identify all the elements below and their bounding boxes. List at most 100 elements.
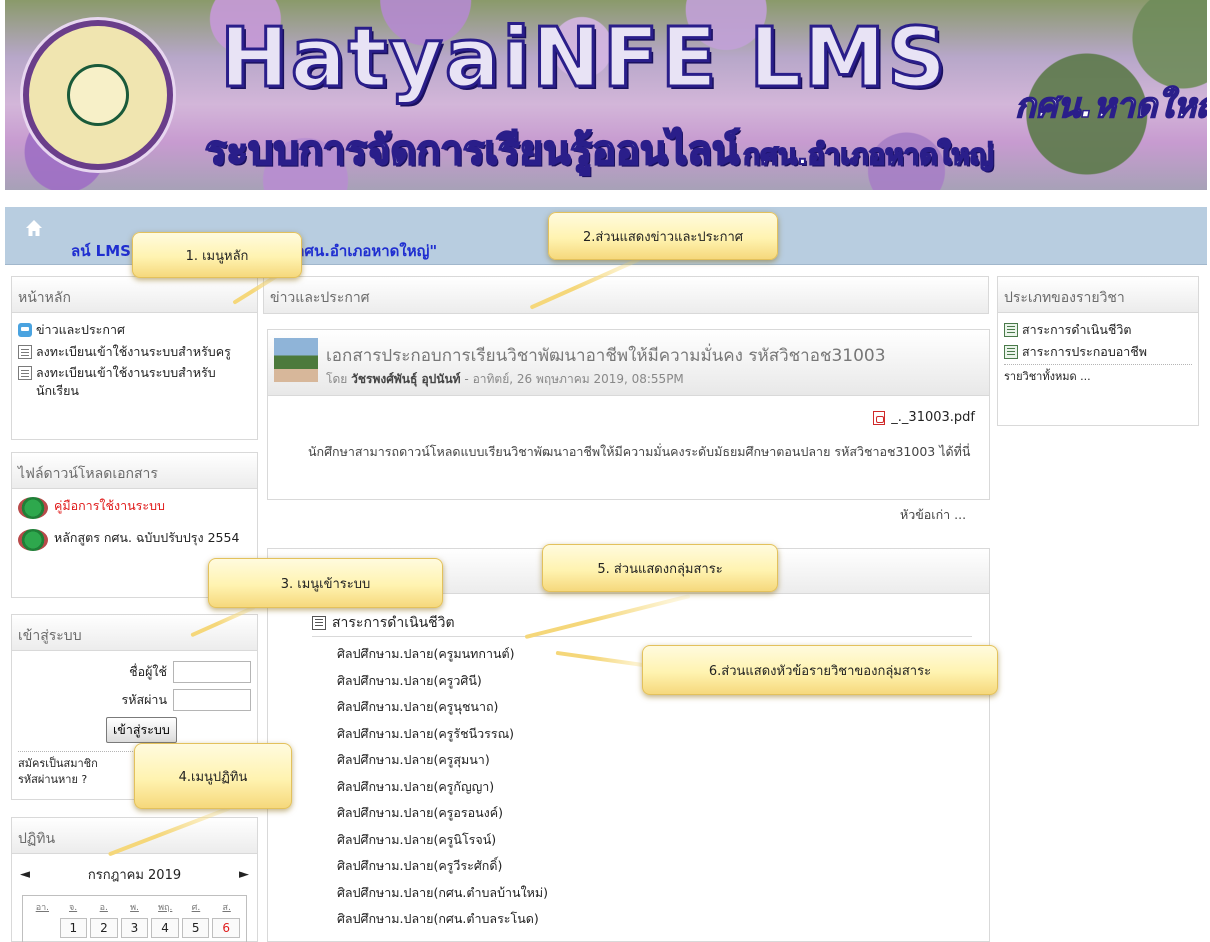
menu-item-label: ลงทะเบียนเข้าใช้งานระบบสำหรับครู <box>36 343 231 359</box>
menu-item-news[interactable]: ข่าวและประกาศ <box>18 321 251 339</box>
course-link[interactable]: ศิลปศึกษาม.ปลาย(ครูมนทกานต์) <box>337 641 548 668</box>
pdf-icon <box>873 410 886 425</box>
header-banner: HatyaiNFE LMS กศน.หาดใหญ่ ระบบการจัดการเ… <box>5 0 1207 190</box>
calendar-nav: ◄ กรกฎาคม 2019 ► <box>16 864 253 885</box>
course-link[interactable]: ศิลปศึกษาม.ปลาย(ครูกัญญา) <box>337 774 548 801</box>
course-link[interactable]: ศิลปศึกษาม.ปลาย(ครูสุมนา) <box>337 747 548 774</box>
weekday: จ. <box>68 903 78 913</box>
weekday: อ. <box>99 903 108 913</box>
news-icon <box>18 323 32 337</box>
course-list: ศิลปศึกษาม.ปลาย(ครูมนทกานต์) ศิลปศึกษาม.… <box>337 641 548 933</box>
post-header: เอกสารประกอบการเรียนวิชาพัฒนาอาชีพให้มีค… <box>268 330 989 396</box>
post-attachment[interactable]: _._31003.pdf <box>873 410 975 425</box>
callout-news: 2.ส่วนแสดงข่าวและประกาศ <box>548 212 778 260</box>
course-types-block: ประเภทของรายวิชา สาระการดำเนินชีวิต สาระ… <box>997 276 1199 426</box>
calendar-week: 1 2 3 4 5 6 <box>23 914 246 942</box>
post-author[interactable]: วัชรพงศ์พันธุ์ อุปนันท์ <box>351 372 460 386</box>
calendar-day[interactable]: 6 <box>212 918 240 938</box>
course-link[interactable]: ศิลปศึกษาม.ปลาย(กศน.ตำบลระโนด) <box>337 906 548 933</box>
next-month-button[interactable]: ► <box>239 867 249 882</box>
course-link[interactable]: ศิลปศึกษาม.ปลาย(กศน.ตำบลบ้านใหม่) <box>337 880 548 907</box>
username-input[interactable] <box>173 661 251 683</box>
divider <box>1004 364 1192 365</box>
callout-main-menu: 1. เมนูหลัก <box>132 232 302 278</box>
download-link[interactable]: หลักสูตร กศน. ฉบับปรับปรุง 2554 <box>54 529 239 548</box>
course-link[interactable]: ศิลปศึกษาม.ปลาย(ครูนิโรจน์) <box>337 827 548 854</box>
callout-login: 3. เมนูเข้าระบบ <box>208 558 443 608</box>
callout-calendar: 4.เมนูปฏิทิน <box>134 743 292 809</box>
all-courses-link[interactable]: รายวิชาทั้งหมด ... <box>1004 369 1192 385</box>
download-item-curriculum[interactable]: หลักสูตร กศน. ฉบับปรับปรุง 2554 <box>18 529 251 551</box>
course-link[interactable]: ศิลปศึกษาม.ปลาย(ครูวศินี) <box>337 668 548 695</box>
course-type-label: สาระการดำเนินชีวิต <box>1022 322 1132 337</box>
calendar-day[interactable]: 2 <box>90 918 118 938</box>
news-post: เอกสารประกอบการเรียนวิชาพัฒนาอาชีพให้มีค… <box>267 329 990 500</box>
avatar[interactable] <box>274 338 318 382</box>
prev-month-button[interactable]: ◄ <box>20 867 30 882</box>
weekday: อา. <box>35 903 50 913</box>
category-heading[interactable]: สาระการดำเนินชีวิต <box>312 612 455 634</box>
downloads-title: ไฟล์ดาวน์โหลดเอกสาร <box>12 453 257 489</box>
page-icon <box>18 344 32 359</box>
attachment-name[interactable]: _._31003.pdf <box>891 410 975 425</box>
folder-download-icon <box>18 529 48 551</box>
course-type-item[interactable]: สาระการดำเนินชีวิต <box>1004 321 1192 339</box>
weekday: ส. <box>222 903 231 913</box>
menu-item-register-student[interactable]: ลงทะเบียนเข้าใช้งานระบบสำหรับนักเรียน <box>18 364 251 399</box>
category-icon <box>1004 344 1018 359</box>
course-link[interactable]: ศิลปศึกษาม.ปลาย(ครูอรอนงค์) <box>337 800 548 827</box>
course-type-label: สาระการประกอบอาชีพ <box>1022 343 1147 359</box>
course-link[interactable]: ศิลปศึกษาม.ปลาย(ครูวีระศักดิ์) <box>337 853 548 880</box>
main-menu-block: หน้าหลัก ข่าวและประกาศ ลงทะเบียนเข้าใช้ง… <box>11 276 258 440</box>
calendar-day[interactable]: 3 <box>120 918 149 938</box>
calendar-month: กรกฎาคม 2019 <box>87 868 182 883</box>
calendar-day[interactable]: 4 <box>151 918 179 938</box>
username-row: ชื่อผู้ใช้ <box>18 661 251 683</box>
office-seal-logo <box>23 20 173 170</box>
calendar-title: ปฏิทิน <box>12 818 257 854</box>
folder-download-icon <box>18 497 48 519</box>
site-subtitle-small: กศน.อำเภอหาดใหญ่ <box>742 137 994 172</box>
category-icon <box>1004 323 1018 337</box>
password-row: รหัสผ่าน <box>18 689 251 711</box>
weekday: พ. <box>130 903 139 913</box>
login-button[interactable]: เข้าสู่ระบบ <box>106 717 177 743</box>
callout-courses: 6.ส่วนแสดงหัวข้อรายวิชาของกลุ่มสาระ <box>642 645 998 695</box>
page-icon <box>18 366 32 380</box>
category-icon <box>312 616 326 630</box>
course-types-title: ประเภทของรายวิชา <box>998 277 1198 313</box>
site-title: HatyaiNFE LMS <box>218 11 949 106</box>
callout-categories: 5. ส่วนแสดงกลุ่มสาระ <box>542 544 778 592</box>
site-subtitle: ระบบการจัดการเรียนรู้ออนไลน์ กศน.อำเภอหาด… <box>204 118 995 182</box>
password-input[interactable] <box>173 689 251 711</box>
post-date: - อาทิตย์, 26 พฤษภาคม 2019, 08:55PM <box>464 372 684 386</box>
post-title[interactable]: เอกสารประกอบการเรียนวิชาพัฒนาอาชีพให้มีค… <box>326 342 886 369</box>
menu-item-label: ลงทะเบียนเข้าใช้งานระบบสำหรับนักเรียน <box>36 365 216 398</box>
breadcrumb-left[interactable]: ลน์ LMS <box>71 242 131 260</box>
username-label: ชื่อผู้ใช้ <box>129 664 167 679</box>
post-meta: โดย วัชรพงศ์พันธุ์ อุปนันท์ - อาทิตย์, 2… <box>326 370 684 389</box>
course-link[interactable]: ศิลปศึกษาม.ปลาย(ครูนุชนาถ) <box>337 694 548 721</box>
seal-emblem <box>67 64 129 126</box>
home-icon[interactable] <box>25 219 43 237</box>
calendar-block: ปฏิทิน ◄ กรกฎาคม 2019 ► อา. จ. อ. พ. พฤ.… <box>11 817 258 942</box>
menu-item-label: ข่าวและประกาศ <box>36 322 125 337</box>
weekday: พฤ. <box>158 903 173 913</box>
news-title: ข่าวและประกาศ <box>264 277 988 313</box>
course-type-item[interactable]: สาระการประกอบอาชีพ <box>1004 343 1192 361</box>
calendar-day[interactable]: 1 <box>59 918 88 938</box>
password-label: รหัสผ่าน <box>121 692 167 707</box>
main-menu-title: หน้าหลัก <box>12 277 257 313</box>
older-topics-link[interactable]: หัวข้อเก่า ... <box>900 505 966 525</box>
course-link[interactable]: ศิลปศึกษาม.ปลาย(ครูรัชนีวรรณ) <box>337 721 548 748</box>
news-block-header: ข่าวและประกาศ <box>263 276 989 314</box>
divider <box>312 636 972 637</box>
calendar-day[interactable]: 5 <box>181 918 210 938</box>
download-item-manual[interactable]: คู่มือการใช้งานระบบ <box>18 497 251 519</box>
calendar-grid: อา. จ. อ. พ. พฤ. ศ. ส. 1 2 3 4 5 6 <box>22 895 247 942</box>
category-name[interactable]: สาระการดำเนินชีวิต <box>332 612 455 634</box>
post-by: โดย <box>326 372 348 386</box>
menu-item-register-teacher[interactable]: ลงทะเบียนเข้าใช้งานระบบสำหรับครู <box>18 343 251 361</box>
site-title-tag: กศน.หาดใหญ่ <box>1014 85 1207 127</box>
download-link[interactable]: คู่มือการใช้งานระบบ <box>54 497 165 516</box>
